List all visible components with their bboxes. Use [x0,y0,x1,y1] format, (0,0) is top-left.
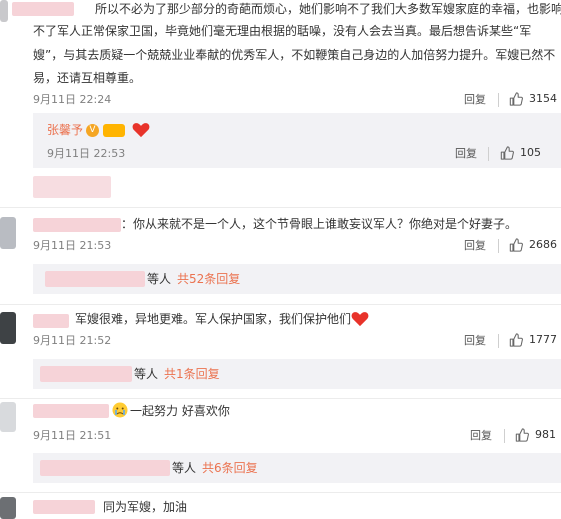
comment-text: 同为军嫂，加油 [103,500,188,514]
thumbs-up-icon [515,428,529,442]
comment-divider [0,398,561,399]
comment-text: 军嫂很难，异地更难。军人保护国家，我们保护他们 [75,312,352,326]
like-count: 981 [535,428,556,441]
reply-button[interactable]: 回复 [464,333,486,349]
comment-text-line: 不了军人正常保家卫国，毕竟她们毫无理由根据的聒噪，没有人会去当真。最后想告诉某些… [33,24,532,38]
heart-emoji [351,312,369,327]
comment-text: 一起努力 好喜欢你 [130,404,230,418]
commenter-avatar[interactable] [0,0,8,22]
divider [498,93,499,107]
replies-prefix: 等人 [172,461,197,475]
view-replies-link[interactable]: 共1条回复 [164,364,220,384]
commenter-name-blurred[interactable] [33,404,109,418]
reply-names-blurred [40,460,170,476]
nested-reply-time: 9月11日 22:53 [47,147,126,160]
heart-emoji [132,123,150,138]
replies-prefix: 等人 [134,367,159,381]
commenter-avatar[interactable] [0,497,16,519]
thumbs-up-icon [500,146,514,160]
commenter-avatar[interactable] [0,217,16,249]
thumbs-up-icon [509,333,523,347]
commenter-name-blurred[interactable] [33,314,69,328]
like-count: 3154 [529,92,557,105]
comment-time: 9月11日 21:52 [33,334,112,347]
nested-like-button[interactable]: 105 [500,145,541,161]
nested-reply-button[interactable]: 回复 [455,146,477,162]
commenter-name-blurred[interactable] [12,2,74,16]
comment-time: 9月11日 21:51 [33,429,112,442]
divider [504,429,505,443]
divider [498,239,499,253]
comment-text-line: 嫂”，与其去质疑一个兢兢业业奉献的优秀军人，不如鞭策自己身边的人加倍努力提升。军… [33,48,556,62]
commenter-name-blurred[interactable] [33,218,121,232]
like-button[interactable]: 1777 [509,332,557,348]
comment-time: 9月11日 22:24 [33,93,112,106]
comment-divider [0,207,561,208]
commenter-avatar[interactable] [0,402,16,432]
comment-text: ：你从来就不是一个人，这个节骨眼上谁敢妄议军人？你绝对是个好妻子。 [121,217,518,231]
like-count: 1777 [529,333,557,346]
reply-button[interactable]: 回复 [470,428,492,444]
reply-names-blurred [40,366,132,382]
thumbs-up-icon [509,92,523,106]
like-count: 105 [520,146,541,159]
commenter-avatar[interactable] [0,312,16,344]
comment-text-line: 所以不必为了那少部分的奇葩而烦心，她们影响不了我们大多数军嫂家庭的幸福，也影响 [95,2,561,16]
reply-button[interactable]: 回复 [464,92,486,108]
reply-names-blurred [45,271,145,287]
view-replies-link[interactable]: 共6条回复 [202,458,258,478]
like-button[interactable]: 981 [515,427,556,443]
comment-text-line: 易，还请互相尊重。 [33,71,142,85]
comment-time: 9月11日 21:53 [33,239,112,252]
commenter-name-blurred[interactable] [33,500,95,514]
comment-divider [0,492,561,493]
like-button[interactable]: 2686 [509,237,557,253]
member-badge[interactable] [103,124,125,137]
like-count: 2686 [529,238,557,251]
thumbs-up-icon [509,238,523,252]
divider [488,147,489,161]
view-replies-link[interactable]: 共52条回复 [177,269,240,289]
nested-author-name[interactable]: 张馨予 [47,120,83,140]
divider [498,334,499,348]
crying-face-emoji [112,402,128,418]
replies-prefix: 等人 [147,272,172,286]
verified-v-badge: V [86,124,99,137]
blurred-sub-reply [33,176,111,198]
like-button[interactable]: 3154 [509,91,557,107]
reply-button[interactable]: 回复 [464,238,486,254]
comment-divider [0,304,561,305]
